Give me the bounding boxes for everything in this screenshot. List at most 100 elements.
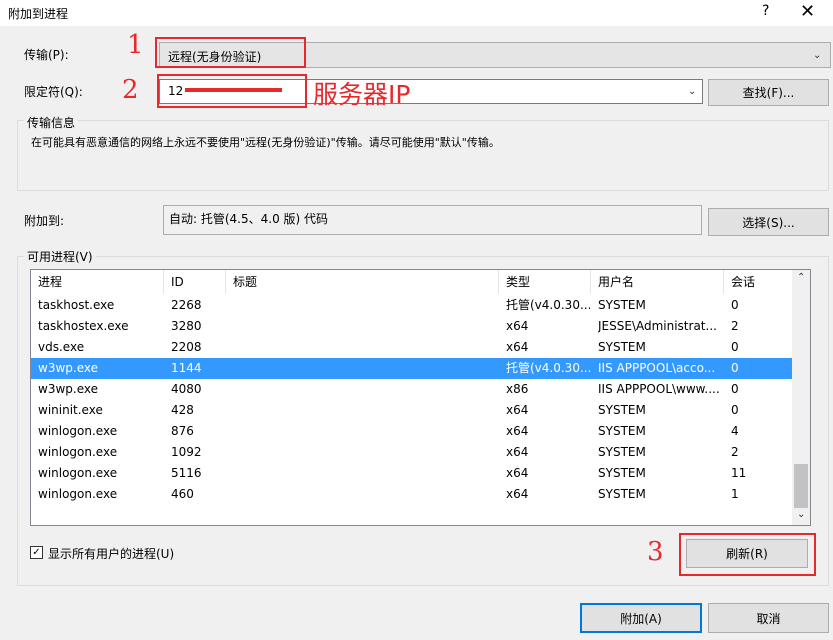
column-header-username[interactable]: 用户名 [591, 270, 724, 294]
process-type: x64 [506, 424, 529, 438]
process-name: winlogon.exe [38, 445, 118, 459]
process-title [233, 379, 498, 400]
process-id: 5116 [171, 466, 202, 480]
process-type: x86 [506, 382, 529, 396]
table-row[interactable]: winlogon.exe 876 x64 SYSTEM 4 [31, 421, 792, 442]
scroll-down-icon[interactable]: ⌄ [797, 509, 805, 520]
process-title [233, 484, 498, 505]
table-row[interactable]: winlogon.exe 460 x64 SYSTEM 1 [31, 484, 792, 505]
table-row[interactable]: winlogon.exe 1092 x64 SYSTEM 2 [31, 442, 792, 463]
process-session: 0 [731, 298, 739, 312]
column-header-session[interactable]: 会话 [724, 270, 792, 294]
select-button[interactable]: 选择(S)... [708, 208, 829, 236]
process-list[interactable]: 进程 ID 标题 类型 用户名 会话 taskhost.exe 2268 托管(v4… [30, 269, 811, 526]
process-title [233, 442, 498, 463]
find-button[interactable]: 查找(F)... [708, 79, 829, 106]
process-title [233, 295, 498, 316]
process-name: winlogon.exe [38, 466, 118, 480]
process-session: 0 [731, 361, 739, 375]
process-title [233, 421, 498, 442]
scroll-up-icon[interactable]: ⌃ [797, 272, 805, 283]
process-id: 1092 [171, 445, 202, 459]
process-name: vds.exe [38, 340, 85, 354]
process-title [233, 337, 498, 358]
table-row[interactable]: taskhostex.exe 3280 x64 JESSE\Administrat..… [31, 316, 792, 337]
annotation-server-ip: 服务器IP [313, 80, 411, 109]
process-name: w3wp.exe [38, 361, 98, 375]
process-name: w3wp.exe [38, 382, 98, 396]
show-all-users-checkbox[interactable]: ✓ [30, 546, 43, 559]
column-header-process[interactable]: 进程 [31, 270, 164, 294]
process-type: x64 [506, 319, 529, 333]
process-username: SYSTEM [598, 340, 646, 354]
process-session: 2 [731, 445, 739, 459]
process-title [233, 316, 498, 337]
process-session: 11 [731, 466, 747, 480]
transport-info-header: 传输信息 [24, 114, 79, 131]
process-type: 托管(v4.0.30... [506, 361, 590, 375]
process-username: SYSTEM [598, 445, 646, 459]
process-id: 876 [171, 424, 194, 438]
annotation-box-transport [155, 37, 306, 68]
process-session: 2 [731, 319, 739, 333]
scrollbar-thumb[interactable] [794, 464, 808, 508]
process-name: wininit.exe [38, 403, 103, 417]
process-username: IIS APPPOOL\acco... [598, 361, 716, 375]
process-id: 460 [171, 487, 194, 501]
processes-label: 可用进程(V) [24, 248, 96, 265]
transport-info-group [17, 120, 829, 191]
process-session: 4 [731, 424, 739, 438]
process-username: SYSTEM [598, 487, 646, 501]
annotation-box-qualifier [157, 74, 307, 108]
qualifier-label: 限定符(Q): [24, 85, 83, 99]
list-scrollbar[interactable]: ⌃ ⌄ [792, 270, 810, 525]
process-username: SYSTEM [598, 466, 646, 480]
chevron-down-icon: ⌄ [688, 86, 697, 97]
title-bar [0, 0, 833, 26]
process-title [233, 463, 498, 484]
table-row[interactable]: vds.exe 2208 x64 SYSTEM 0 [31, 337, 792, 358]
process-name: winlogon.exe [38, 487, 118, 501]
close-icon[interactable]: ✕ [800, 1, 815, 22]
process-id: 428 [171, 403, 194, 417]
column-header-id[interactable]: ID [164, 270, 226, 294]
process-username: SYSTEM [598, 403, 646, 417]
process-type: x64 [506, 445, 529, 459]
process-id: 2268 [171, 298, 202, 312]
table-row[interactable]: w3wp.exe 4080 x86 IIS APPPOOL\www.... 0 [31, 379, 792, 400]
process-username: IIS APPPOOL\www.... [598, 382, 720, 396]
attach-to-value: 自动: 托管(4.5、4.0 版) 代码 [169, 212, 329, 226]
process-username: JESSE\Administrat... [598, 319, 717, 333]
process-session: 0 [731, 382, 739, 396]
table-row[interactable]: taskhost.exe 2268 托管(v4.0.30... SYSTEM 0 [31, 295, 792, 316]
column-header-type[interactable]: 类型 [499, 270, 591, 294]
annotation-number-3: 3 [647, 537, 664, 567]
process-id: 4080 [171, 382, 202, 396]
table-row[interactable]: w3wp.exe 1144 托管(v4.0.30... IIS APPPOOL\acc… [31, 358, 792, 379]
chevron-down-icon: ⌄ [813, 50, 822, 61]
process-type: x64 [506, 340, 529, 354]
transport-info-text: 在可能具有恶意通信的网络上永远不要使用"远程(无身份验证)"传输。请尽可能使用"… [31, 136, 500, 149]
help-icon[interactable]: ? [762, 3, 769, 19]
process-title [233, 400, 498, 421]
transport-label: 传输(P): [24, 48, 69, 62]
process-id: 2208 [171, 340, 202, 354]
cancel-button[interactable]: 取消 [708, 603, 829, 633]
process-type: x64 [506, 403, 529, 417]
process-type: x64 [506, 466, 529, 480]
attach-to-label: 附加到: [24, 214, 65, 228]
process-id: 3280 [171, 319, 202, 333]
table-row[interactable]: winlogon.exe 5116 x64 SYSTEM 11 [31, 463, 792, 484]
column-header-title[interactable]: 标题 [226, 270, 499, 294]
process-session: 0 [731, 403, 739, 417]
window-title: 附加到进程 [8, 7, 69, 21]
annotation-box-refresh [679, 533, 816, 576]
attach-button[interactable]: 附加(A) [580, 603, 702, 633]
process-type: x64 [506, 487, 529, 501]
process-session: 1 [731, 487, 739, 501]
process-type: 托管(v4.0.30... [506, 298, 590, 312]
show-all-users-label: 显示所有用户的进程(U) [48, 547, 175, 561]
table-row[interactable]: wininit.exe 428 x64 SYSTEM 0 [31, 400, 792, 421]
process-username: SYSTEM [598, 298, 646, 312]
process-id: 1144 [171, 361, 202, 375]
